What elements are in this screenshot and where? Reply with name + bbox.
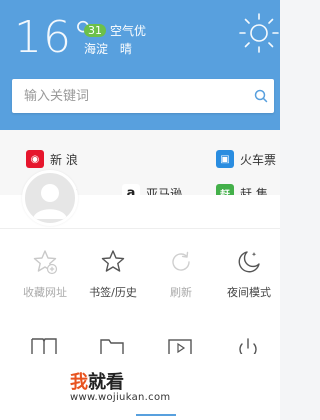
site-sina[interactable]: ◉ 新 浪	[26, 148, 78, 170]
menu-label: 收藏网址	[23, 286, 67, 299]
watermark-url: www.wojiukan.com	[70, 392, 171, 403]
sina-icon: ◉	[26, 150, 44, 168]
train-ticket-icon: ▣	[216, 150, 234, 168]
avatar[interactable]	[22, 170, 78, 226]
user-icon	[33, 184, 67, 219]
district-label: 海淀	[84, 42, 109, 56]
watermark-brand-a: 我	[70, 372, 88, 393]
folder-icon[interactable]	[98, 336, 126, 354]
star-add-icon	[33, 250, 58, 275]
menu-night-mode[interactable]: 夜间模式	[214, 248, 284, 300]
site-label: 火车票	[240, 152, 277, 167]
condition-label: 晴	[119, 42, 132, 56]
aqi-label: 空气优	[110, 24, 147, 38]
weather-location: 海淀 晴	[84, 40, 140, 57]
watermark-logo: 我就看	[70, 368, 124, 394]
book-icon[interactable]	[30, 336, 58, 354]
search-bar[interactable]	[12, 79, 274, 113]
moon-icon	[238, 251, 260, 273]
watermark: 我就看 www.wojiukan.com	[70, 368, 220, 412]
login-button[interactable]: 立即登录	[80, 200, 136, 220]
site-label: 新 浪	[50, 152, 78, 167]
menu-refresh[interactable]: 刷新	[146, 248, 216, 300]
search-icon[interactable]	[254, 89, 268, 103]
menu-label: 书签/历史	[89, 286, 137, 299]
menu-bookmarks-history[interactable]: 书签/历史	[78, 248, 148, 300]
video-icon[interactable]	[166, 336, 194, 354]
refresh-icon	[172, 251, 190, 271]
aqi-badge: 31	[84, 24, 106, 37]
menu-label: 夜间模式	[227, 286, 271, 299]
watermark-brand-b: 就看	[88, 372, 124, 393]
divider	[0, 228, 280, 229]
site-train-ticket[interactable]: ▣ 火车票	[216, 148, 276, 170]
search-input[interactable]	[24, 79, 244, 113]
power-icon[interactable]	[234, 336, 262, 354]
menu-label: 刷新	[170, 286, 192, 299]
weather-header[interactable]: 16° 31 空气优 海淀 晴	[0, 0, 280, 130]
bottom-indicator	[136, 414, 176, 416]
temperature: 16°	[14, 12, 95, 63]
sun-icon	[239, 13, 279, 53]
menu-add-bookmark[interactable]: 收藏网址	[10, 248, 80, 300]
star-icon	[101, 250, 125, 272]
